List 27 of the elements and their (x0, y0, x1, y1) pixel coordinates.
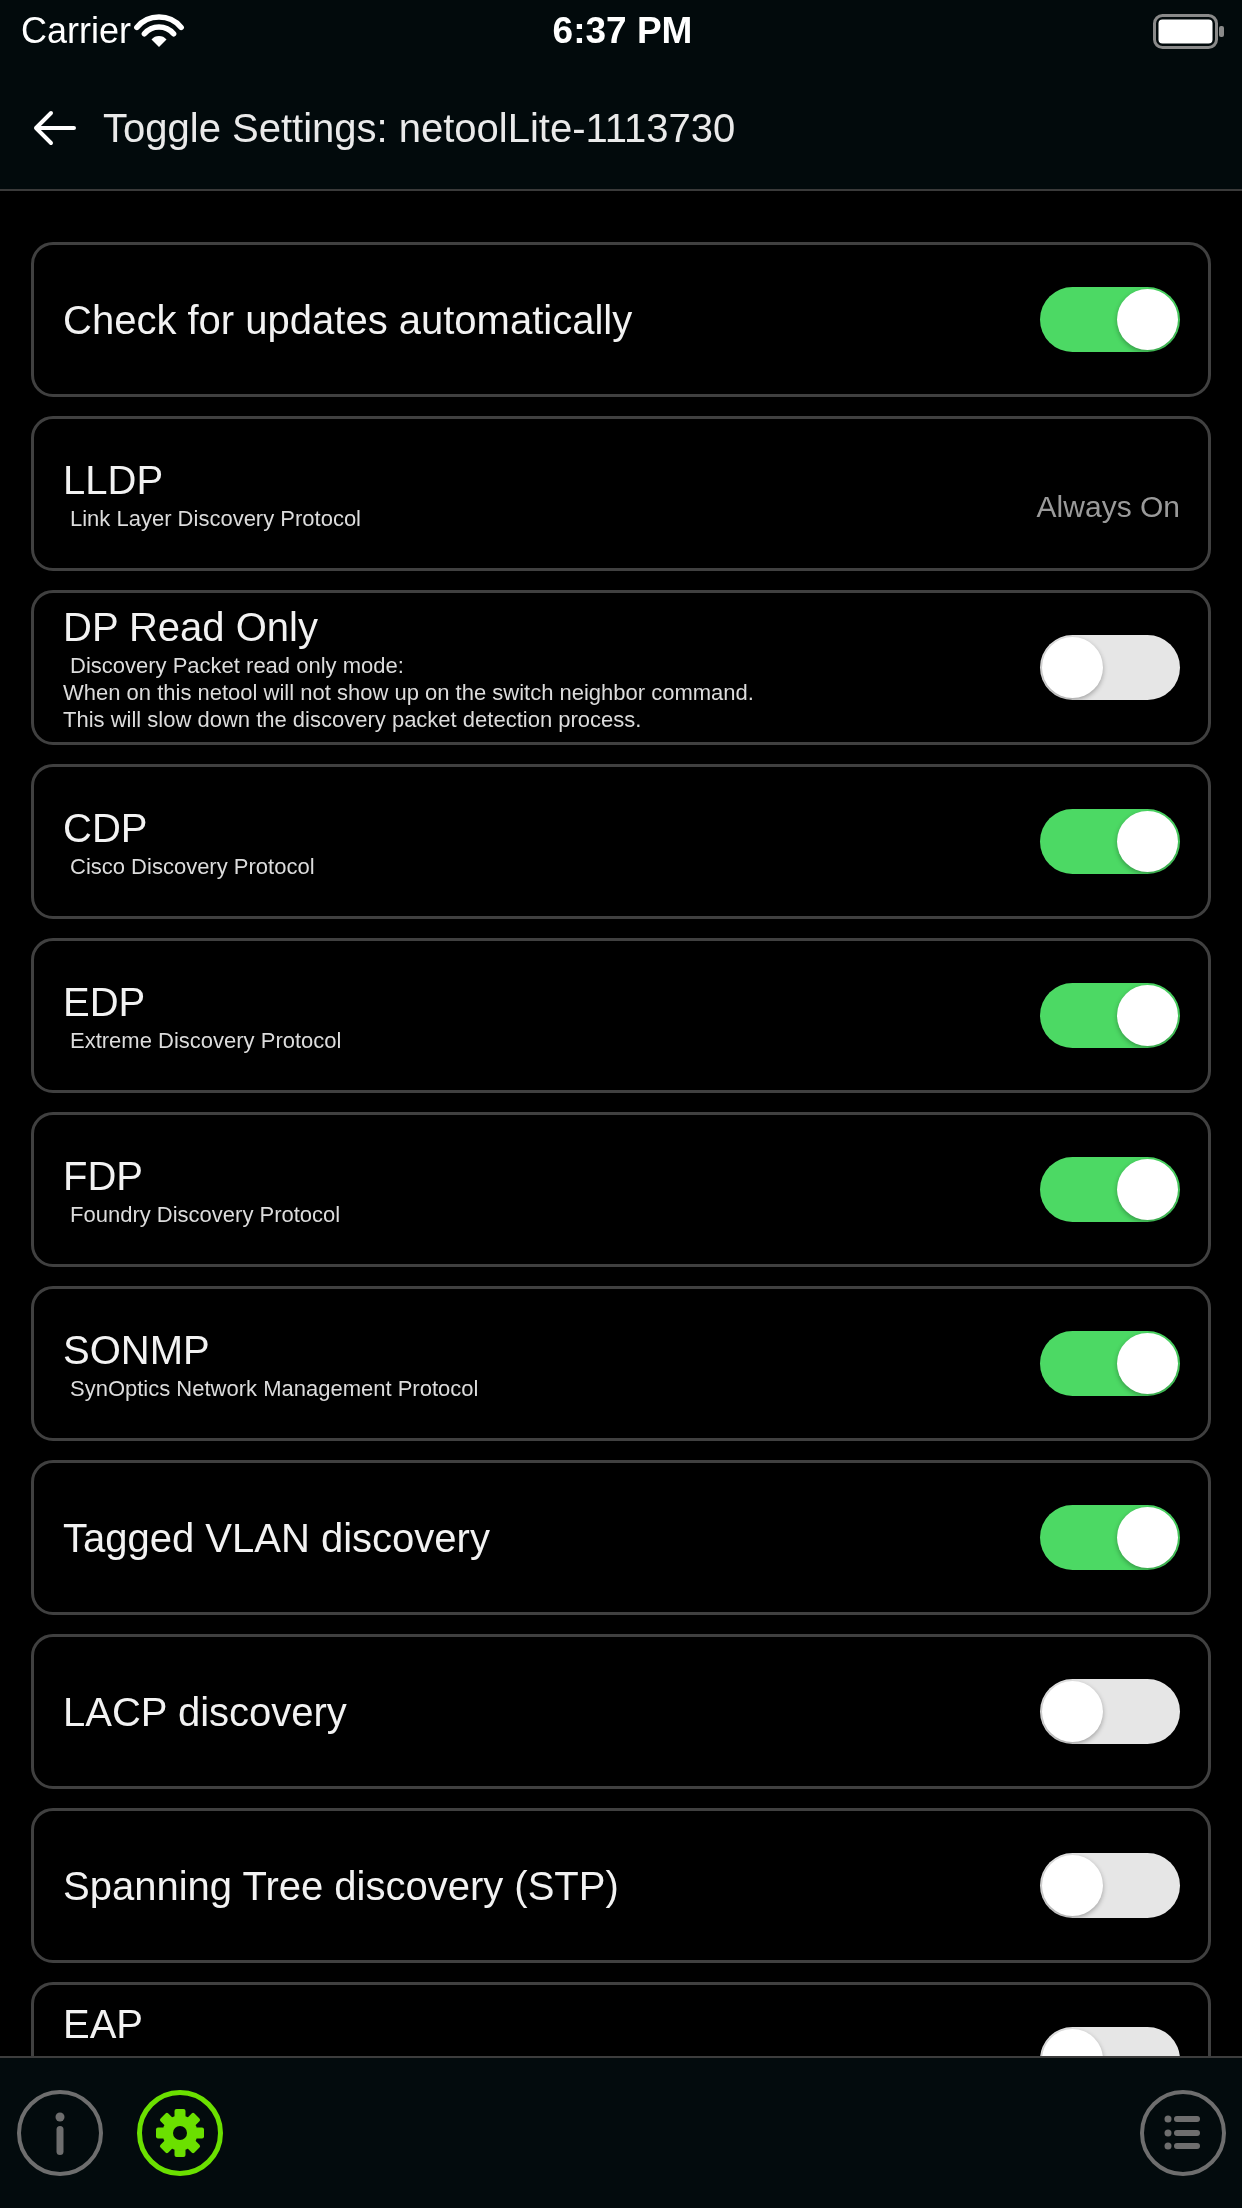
setting-title: CDP (63, 805, 149, 852)
wifi-icon (133, 14, 185, 48)
setting-description: Extreme Discovery Protocol (69, 1027, 342, 1054)
setting-title: EDP (63, 979, 147, 1026)
setting-title: EAP (63, 2001, 144, 2048)
list-icon[interactable] (1140, 2090, 1226, 2176)
back-arrow-icon[interactable] (33, 109, 76, 146)
setting-title: LACP discovery (63, 1688, 347, 1736)
setting-description: Cisco Discovery Protocol (69, 853, 315, 880)
clock-text: 6:37 PM (552, 11, 693, 51)
setting-description: Foundry Discovery Protocol (69, 1201, 341, 1228)
settings-icon[interactable] (137, 2090, 223, 2176)
setting-description: SynOptics Network Management Protocol (69, 1375, 479, 1402)
setting-description: Link Layer Discovery Protocol (69, 505, 361, 532)
setting-title: Spanning Tree discovery (STP) (63, 1862, 619, 1910)
setting-description: Discovery Packet read only mode: When on this netool will not show up on the switch neighbor command. This will slow down the discovery packet detection process. (63, 652, 754, 733)
setting-title: FDP (63, 1153, 144, 1200)
setting-title: LLDP (63, 457, 165, 504)
carrier-text: Carrier (21, 11, 131, 51)
setting-title: Check for updates automatically (63, 296, 633, 344)
setting-title: SONMP (63, 1327, 211, 1374)
status-text: Always On (1036, 488, 1180, 525)
setting-title: DP Read Only (63, 604, 319, 651)
page-title: Toggle Settings: netoolLite-1113730 (103, 104, 736, 152)
battery-icon (1153, 13, 1224, 49)
info-icon[interactable] (17, 2090, 103, 2176)
setting-title: Tagged VLAN discovery (63, 1514, 490, 1562)
